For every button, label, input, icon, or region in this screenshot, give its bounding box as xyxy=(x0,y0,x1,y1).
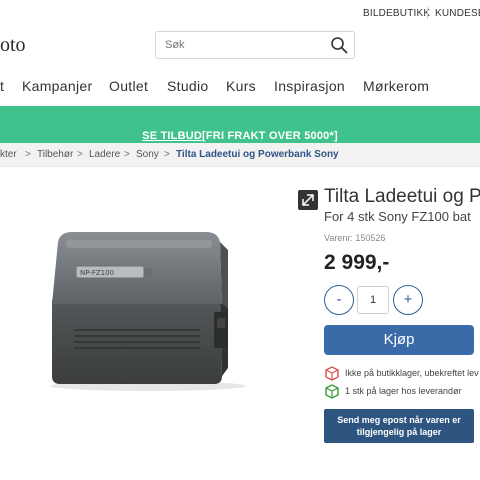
topbar-divider xyxy=(427,7,428,19)
nav-item-kampanjer[interactable]: Kampanjer xyxy=(22,78,92,94)
sku-value: 150526 xyxy=(355,233,386,243)
breadcrumb-item-sony[interactable]: Sony xyxy=(136,149,159,160)
product-price: 2 999,- xyxy=(324,251,390,274)
promo-banner: SE TILBUD [FRI FRAKT OVER 5000*] xyxy=(0,106,480,143)
store-box-icon xyxy=(325,366,339,381)
nav-item-outlet[interactable]: Outlet xyxy=(109,78,148,94)
breadcrumb-item-produkter[interactable]: kter xyxy=(0,149,17,160)
breadcrumb-separator: > xyxy=(25,149,31,160)
notify-line-2: tilgjengelig på lager xyxy=(356,427,442,437)
product-sku: Varenr: 150526 xyxy=(324,233,385,243)
product-image[interactable]: NP-FZ100 xyxy=(30,218,265,393)
breadcrumb-item-ladere[interactable]: Ladere xyxy=(89,149,120,160)
nav-item-studio[interactable]: Studio xyxy=(167,78,209,94)
product-subtitle: For 4 stk Sony FZ100 bat xyxy=(324,209,471,224)
image-label-text: NP-FZ100 xyxy=(80,269,114,277)
quantity-decrease-button[interactable]: - xyxy=(324,285,354,315)
quantity-input[interactable] xyxy=(357,286,389,314)
search-box xyxy=(155,31,355,59)
search-input[interactable] xyxy=(165,37,325,53)
breadcrumb-separator: > xyxy=(77,149,83,160)
nav-item-partial[interactable]: t xyxy=(0,78,4,94)
nav-item-kurs[interactable]: Kurs xyxy=(226,78,256,94)
buy-button[interactable]: Kjøp xyxy=(324,325,474,355)
site-logo[interactable]: oto xyxy=(0,34,26,57)
top-utility-bar: BILDEBUTIKK KUNDESEN xyxy=(0,0,480,26)
breadcrumb: kter > Tilbehør > Ladere > Sony > Tilta … xyxy=(0,143,480,167)
promo-detail: [FRI FRAKT OVER 5000*] xyxy=(202,130,338,142)
expand-icon xyxy=(302,194,314,206)
notify-line-1: Send meg epost når varen er xyxy=(337,415,461,425)
sku-label: Varenr: xyxy=(324,233,353,243)
quantity-increase-button[interactable]: + xyxy=(393,285,423,315)
site-header: oto xyxy=(0,26,480,66)
product-title: Tilta Ladeetui og P xyxy=(324,186,480,207)
expand-image-button[interactable] xyxy=(298,190,318,210)
supplier-stock-status: 1 stk på lager hos leverandør xyxy=(345,386,462,396)
promo-link[interactable]: SE TILBUD xyxy=(142,130,202,142)
store-stock-status: Ikke på butikklager, ubekreftet lev xyxy=(345,368,479,378)
breadcrumb-item-tilbehor[interactable]: Tilbehør xyxy=(37,149,73,160)
notify-me-button[interactable]: Send meg epost når varen er tilgjengelig… xyxy=(324,409,474,443)
bildebutikk-link[interactable]: BILDEBUTIKK xyxy=(363,8,430,19)
breadcrumb-separator: > xyxy=(124,149,130,160)
nav-item-inspirasjon[interactable]: Inspirasjon xyxy=(274,78,345,94)
search-icon[interactable] xyxy=(330,36,348,54)
breadcrumb-current: Tilta Ladeetui og Powerbank Sony xyxy=(176,149,339,160)
promo-text[interactable]: SE TILBUD [FRI FRAKT OVER 5000*] xyxy=(142,118,338,142)
kundeservice-link[interactable]: KUNDESEN xyxy=(435,8,480,19)
supplier-box-icon xyxy=(325,384,339,399)
nav-item-morkerom[interactable]: Mørkerom xyxy=(363,78,429,94)
main-nav: t Kampanjer Outlet Studio Kurs Inspirasj… xyxy=(0,66,480,106)
breadcrumb-separator: > xyxy=(164,149,170,160)
